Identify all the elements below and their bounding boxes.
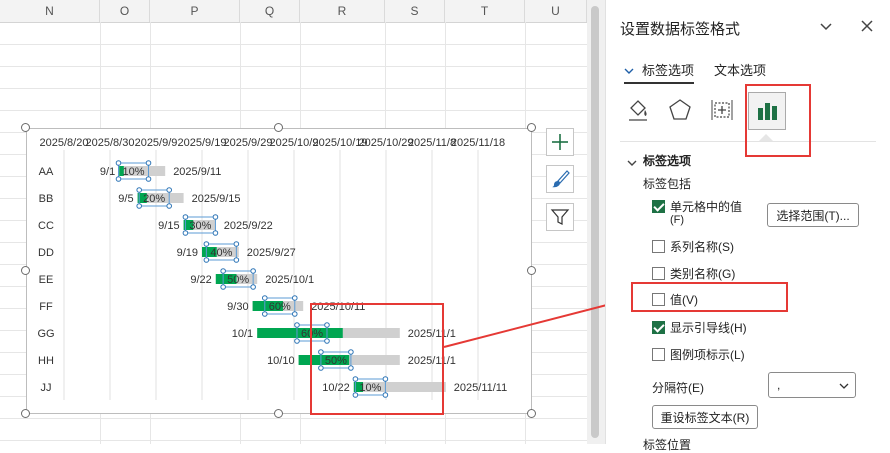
highlight-box-chart [310, 303, 444, 415]
category-name-label: 类别名称(G) [670, 267, 736, 281]
tab-text-options[interactable]: 文本选项 [714, 60, 766, 79]
separator-select[interactable]: , [768, 372, 856, 398]
leader-lines-checkbox[interactable] [652, 321, 665, 334]
column-header-o[interactable]: O [100, 0, 150, 22]
section-heading[interactable]: 标签选项 [643, 152, 691, 169]
chart-resize-handle[interactable] [21, 123, 30, 132]
column-header-row: N O P Q R S T U [0, 0, 587, 23]
column-header-n[interactable]: N [0, 0, 100, 22]
size-properties-tab[interactable] [704, 92, 740, 128]
leader-lines-label: 显示引导线(H) [670, 321, 747, 335]
separator-label: 分隔符(E) [652, 381, 704, 395]
series-name-label: 系列名称(S) [670, 240, 734, 254]
size-position-icon [711, 100, 733, 120]
tab-label-options[interactable]: 标签选项 [642, 60, 694, 79]
column-header-t[interactable]: T [445, 0, 525, 22]
chart-resize-handle[interactable] [21, 409, 30, 418]
select-range-button[interactable]: 选择范围(T)... [767, 203, 859, 227]
cell-value-checkbox[interactable] [652, 200, 665, 213]
chevron-down-icon[interactable] [626, 154, 638, 173]
chart-resize-handle[interactable] [21, 266, 30, 275]
chart-resize-handle[interactable] [527, 409, 536, 418]
column-header-s[interactable]: S [385, 0, 445, 22]
pane-title: 设置数据标签格式 [620, 21, 741, 38]
label-position-heading[interactable]: 标签位置 [643, 436, 691, 453]
chevron-down-icon [839, 383, 849, 389]
plus-icon [552, 134, 568, 150]
chart-resize-handle[interactable] [527, 266, 536, 275]
chart-resize-handle[interactable] [274, 123, 283, 132]
separator-value: , [777, 378, 781, 392]
legend-key-checkbox[interactable] [652, 348, 665, 361]
category-name-checkbox[interactable] [652, 267, 665, 280]
highlight-box-value [631, 282, 788, 312]
chart-resize-handle[interactable] [274, 409, 283, 418]
format-data-labels-pane: 设置数据标签格式 标签选项 文本选项 标签选项 标签包括 单元格中的值 (F) … [605, 0, 890, 452]
pentagon-icon [669, 99, 691, 120]
chart-styles-button[interactable] [546, 165, 574, 193]
highlight-box-tab [745, 84, 811, 157]
legend-key-label: 图例项标示(L) [670, 348, 745, 362]
close-icon[interactable] [859, 18, 875, 38]
reset-label-text-button[interactable]: 重设标签文本(R) [652, 405, 758, 429]
chevron-down-icon[interactable] [818, 18, 834, 38]
funnel-icon [550, 209, 570, 225]
cell-value-accel: (F) [670, 214, 685, 226]
effects-tab[interactable] [662, 92, 698, 128]
series-name-checkbox[interactable] [652, 240, 665, 253]
fill-line-tab[interactable] [620, 92, 656, 128]
chevron-down-icon [623, 62, 635, 81]
chart-resize-handle[interactable] [527, 123, 536, 132]
paint-bucket-icon [629, 100, 647, 121]
brush-icon [552, 170, 570, 188]
column-header-q[interactable]: Q [240, 0, 300, 22]
column-header-r[interactable]: R [300, 0, 385, 22]
gantt-chart-area[interactable] [26, 128, 532, 414]
cell-value-label: 单元格中的值 [670, 200, 743, 214]
chart-elements-button[interactable] [546, 128, 574, 156]
column-header-u[interactable]: U [525, 0, 587, 22]
vertical-scrollbar[interactable] [591, 6, 599, 438]
contains-label: 标签包括 [643, 177, 692, 191]
column-header-p[interactable]: P [150, 0, 240, 22]
active-tab-underline [624, 82, 694, 84]
chart-filters-button[interactable] [546, 203, 574, 231]
